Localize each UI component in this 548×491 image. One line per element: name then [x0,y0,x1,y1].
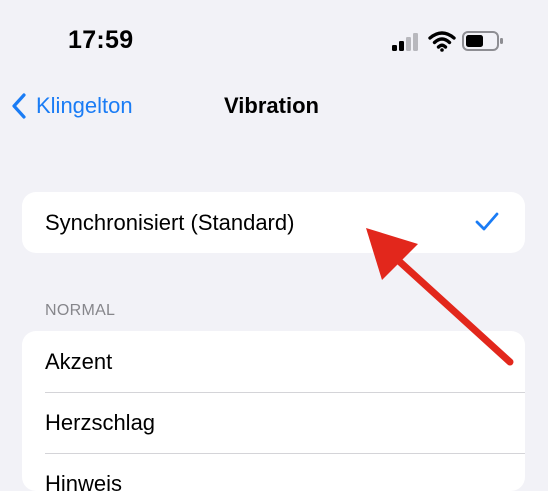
option-synchronized[interactable]: Synchronisiert (Standard) [22,192,525,253]
normal-vibration-list: Akzent Herzschlag Hinweis [22,331,525,491]
list-item-label: Hinweis [45,471,122,491]
back-button-label: Klingelton [36,93,133,119]
status-bar: 17:59 [0,0,548,80]
list-item-label: Herzschlag [45,410,155,436]
list-item[interactable]: Akzent [22,331,525,392]
back-button[interactable]: Klingelton [10,90,133,122]
status-time: 17:59 [68,26,133,55]
page-title: Vibration [224,93,319,119]
list-item[interactable]: Hinweis [22,453,525,491]
sync-option-group: Synchronisiert (Standard) [22,192,525,253]
cellular-signal-icon [392,33,420,51]
list-item-label: Akzent [45,349,112,375]
section-header-normal: NORMAL [45,302,115,320]
navigation-bar: Klingelton Vibration [0,80,548,132]
battery-icon [462,30,504,52]
chevron-left-icon [10,92,28,120]
option-label: Synchronisiert (Standard) [45,210,294,236]
wifi-icon [428,30,456,52]
checkmark-icon [475,212,499,232]
list-item[interactable]: Herzschlag [22,392,525,453]
